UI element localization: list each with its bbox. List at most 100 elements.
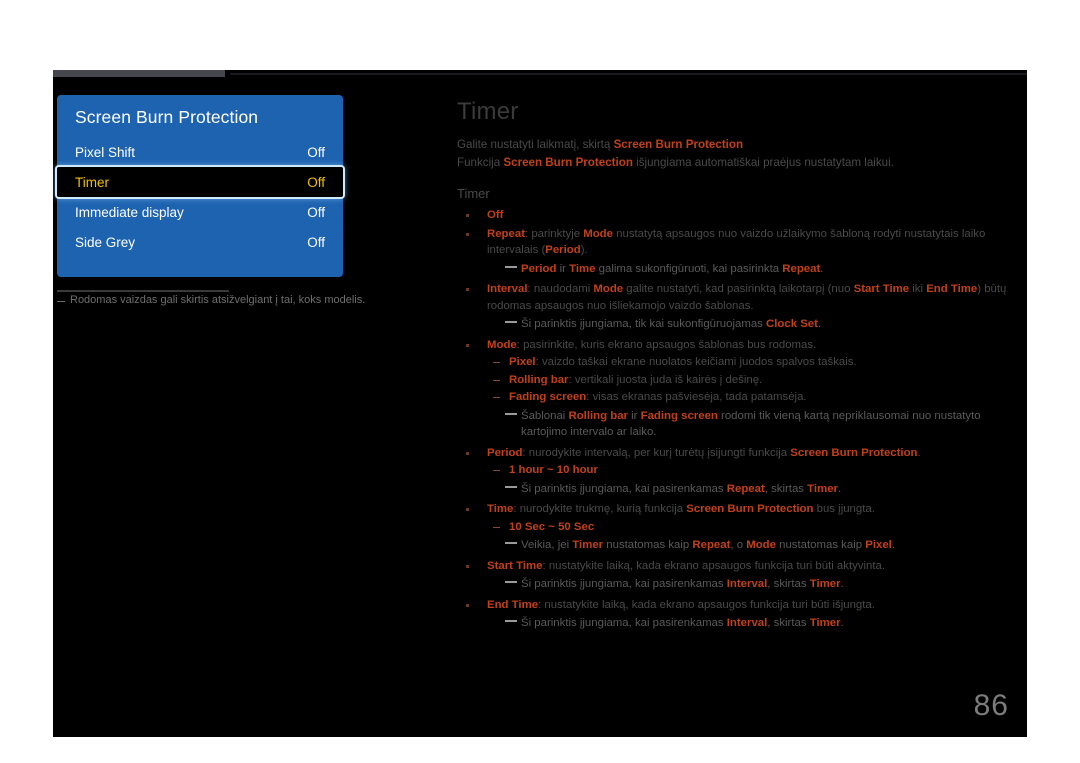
time-range-list: 10 Sec ~ 50 Sec [487, 519, 1020, 536]
note-wk-3: , o [730, 539, 747, 551]
term-mode-interval: Mode [593, 283, 624, 295]
footnote-dash-icon [57, 301, 65, 302]
repeat-text-a: : parinktyje [524, 227, 584, 240]
period-text-a: : nurodykite intervalą, per kurį turėtų … [522, 446, 791, 459]
article-option-list: Off Repeat: parinktyje Mode nustatytą ap… [457, 207, 1020, 632]
article-section-heading: Timer [457, 186, 490, 201]
note-term-timer-1: Timer [807, 482, 838, 495]
osd-item-label: Timer [75, 174, 109, 190]
list-item-interval: Interval: naudodami Mode galite nustatyt… [457, 281, 1020, 333]
note-rep-3: . [837, 482, 842, 495]
note-tpl-1: Šablonai [521, 409, 569, 422]
footnote-divider [57, 290, 229, 292]
list-item-end-time: End Time: nustatykite laiką, kada ekrano… [457, 597, 1020, 632]
tab-active-indicator[interactable] [53, 70, 225, 77]
note-term-interval-2: Interval [726, 617, 768, 629]
osd-menu-list: Pixel Shift Off Timer Off Immediate disp… [57, 137, 343, 257]
time-text-c: bus įjungta. [813, 503, 875, 515]
note-wk-1: Veikia, jei [521, 539, 573, 551]
term-rolling-bar: Rolling bar [509, 373, 569, 386]
list-item-time: Time: nurodykite trukmę, kurią funkcija … [457, 501, 1020, 554]
term-interval: Interval [487, 283, 528, 295]
value-period-range: 1 hour ~ 10 hour [509, 464, 598, 476]
term-end-time-inline: End Time [926, 283, 978, 295]
period-range-list: 1 hour ~ 10 hour [487, 462, 1020, 479]
note-interval-timer-1: Ši parinktis įjungiama, kai pasirenkamas… [487, 576, 1020, 593]
article-body: Timer Galite nustatyti laikmatį, skirtą … [457, 98, 1020, 636]
lead-term-sbp-1: Screen Burn Protection [613, 138, 744, 151]
page-number: 86 [973, 689, 1009, 722]
sub-item-rolling-bar: Rolling bar: vertikali juosta juda iš ka… [487, 372, 1020, 389]
term-mode: Mode [487, 338, 517, 351]
note-text-3: . [820, 262, 824, 275]
note-term-time: Time [569, 262, 596, 275]
term-period: Period [487, 446, 523, 459]
lead-text-2: Funkcija [457, 156, 504, 169]
osd-item-timer[interactable]: Timer Off [57, 167, 343, 197]
note-term-timer-2: Timer [572, 539, 604, 551]
list-item-off: Off [457, 207, 1020, 224]
term-sbp-period: Screen Burn Protection [790, 446, 918, 459]
note-term-rolling-bar: Rolling bar [568, 409, 628, 422]
term-pixel: Pixel [509, 356, 536, 368]
osd-item-label: Pixel Shift [75, 144, 136, 160]
note-term-timer-3: Timer [809, 578, 841, 590]
term-off: Off [487, 209, 504, 221]
lead-term-sbp-2: Screen Burn Protection [503, 156, 633, 169]
start-time-text: : nustatykite laiką, kada ekrano apsaugo… [542, 559, 886, 572]
note-wk-5: . [891, 539, 896, 551]
list-item-repeat: Repeat: parinktyje Mode nustatytą apsaug… [457, 226, 1020, 278]
fading-screen-text: : visas ekranas pašviesėja, tada patamsė… [586, 391, 807, 403]
note-clock-text-2: . [817, 318, 822, 330]
note-iv2-3: . [840, 617, 844, 629]
note-term-repeat-3: Repeat [692, 539, 731, 551]
term-mode-inline: Mode [583, 227, 613, 240]
note-term-period: Period [521, 262, 557, 275]
osd-item-immediate-display[interactable]: Immediate display Off [57, 197, 343, 227]
term-sbp-time: Screen Burn Protection [686, 503, 814, 515]
note-term-repeat: Repeat [782, 262, 821, 275]
list-item-mode: Mode: pasirinkite, kuris ekrano apsaugos… [457, 337, 1020, 441]
term-repeat: Repeat [487, 227, 525, 240]
note-rep-2: , skirtas [764, 482, 808, 495]
sub-item-pixel: Pixel: vaizdo taškai ekrane nuolatos kei… [487, 354, 1020, 371]
note-iv-2: , skirtas [767, 578, 810, 590]
interval-text-c: iki [909, 283, 927, 295]
note-iv2-1: Ši parinktis įjungiama, kai pasirenkamas [521, 617, 727, 629]
osd-menu-panel: Screen Burn Protection Pixel Shift Off T… [57, 95, 343, 277]
osd-item-side-grey[interactable]: Side Grey Off [57, 227, 343, 257]
osd-item-value: Off [307, 234, 325, 250]
period-text-c: . [917, 446, 921, 459]
note-iv-3: . [840, 578, 844, 590]
osd-item-value: Off [307, 144, 325, 160]
osd-menu-title: Screen Burn Protection [75, 107, 259, 127]
repeat-text-c: ). [580, 244, 588, 256]
osd-item-label: Immediate display [75, 204, 184, 220]
time-text-a: : nurodykite trukmę, kurią funkcija [513, 503, 687, 515]
sub-item-time-range: 10 Sec ~ 50 Sec [487, 519, 1020, 536]
note-term-mode-2: Mode [746, 539, 776, 551]
lead-text-3: išjungiama automatiškai praėjus nustatyt… [632, 156, 894, 169]
end-time-text: : nustatykite laiką, kada ekrano apsaugo… [538, 598, 875, 611]
pixel-text: : vaizdo taškai ekrane nuolatos keičiami… [535, 356, 857, 368]
note-text-1: ir [556, 262, 570, 275]
note-term-fading-screen: Fading screen [640, 409, 718, 422]
sub-item-fading-screen: Fading screen: visas ekranas pašviesėja,… [487, 389, 1020, 406]
note-period-time: Period ir Time galima sukonfigūruoti, ka… [487, 261, 1020, 278]
osd-item-label: Side Grey [75, 234, 136, 250]
mode-sub-list: Pixel: vaizdo taškai ekrane nuolatos kei… [487, 354, 1020, 406]
list-item-period: Period: nurodykite intervalą, per kurį t… [457, 445, 1020, 498]
note-text-2: galima sukonfigūruoti, kai pasirinkta [595, 262, 783, 275]
manual-page: 86 Screen Burn Protection Pixel Shift Of… [0, 0, 1080, 763]
osd-item-pixel-shift[interactable]: Pixel Shift Off [57, 137, 343, 167]
note-tpl-2: ir [627, 409, 641, 422]
note-repeat-timer: Ši parinktis įjungiama, kai pasirenkamas… [487, 481, 1020, 498]
note-term-repeat-2: Repeat [726, 482, 765, 495]
rolling-bar-text: : vertikali juosta juda iš kairės į deši… [568, 373, 763, 386]
term-fading-screen: Fading screen [509, 391, 587, 403]
note-rep-1: Ši parinktis įjungiama, kai pasirenkamas [521, 482, 727, 495]
note-wk-4: nustatomas kaip [775, 539, 866, 551]
article-lead: Galite nustatyti laikmatį, skirtą Screen… [457, 136, 1020, 172]
note-term-interval-1: Interval [726, 578, 768, 590]
term-end-time: End Time [487, 598, 539, 611]
